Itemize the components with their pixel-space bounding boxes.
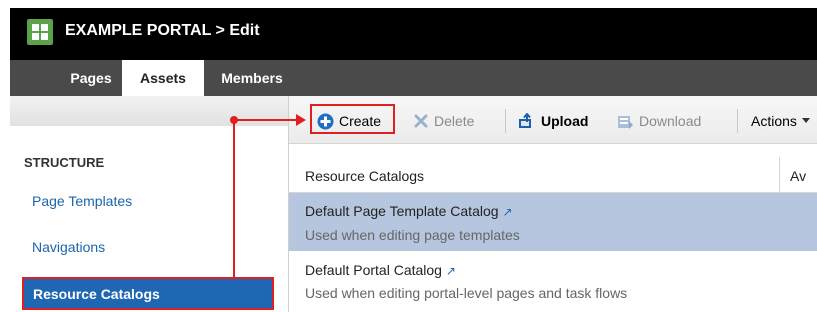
row-title-text: Default Portal Catalog [305, 262, 442, 278]
page-title: EXAMPLE PORTAL > Edit [65, 22, 260, 39]
toolbar-separator [737, 109, 738, 133]
download-button[interactable]: Download [617, 110, 701, 132]
sidebar-toolbar-strip [10, 96, 288, 126]
column-header-resource-catalogs[interactable]: Resource Catalogs [305, 168, 424, 184]
upload-label: Upload [541, 113, 589, 129]
external-link-icon: ↗ [445, 264, 456, 278]
create-highlight-box [310, 104, 395, 134]
toolbar-separator [505, 109, 506, 133]
x-icon [414, 114, 428, 128]
upload-button[interactable]: Upload [518, 110, 588, 132]
row-title-text: Default Page Template Catalog [305, 203, 499, 219]
delete-label: Delete [434, 113, 475, 129]
tab-assets[interactable]: Assets [122, 60, 204, 96]
delete-button[interactable]: Delete [413, 110, 474, 132]
sidebar-item-resource-catalogs[interactable]: Resource Catalogs [22, 277, 274, 310]
annotation-arrow-line [233, 119, 235, 279]
sidebar-item-label: Resource Catalogs [33, 286, 160, 302]
tab-members[interactable]: Members [208, 60, 296, 96]
download-label: Download [639, 113, 702, 129]
upload-icon [519, 113, 531, 128]
external-link-icon: ↗ [502, 205, 513, 219]
annotation-arrow-line [233, 119, 297, 121]
row-description: Used when editing page templates [305, 227, 520, 243]
row-title[interactable]: Default Portal Catalog ↗ [305, 262, 456, 278]
column-header-available[interactable]: Av [790, 168, 806, 184]
actions-label: Actions [751, 113, 797, 129]
sidebar-item-page-templates[interactable]: Page Templates [32, 193, 132, 209]
sidebar-heading: STRUCTURE [24, 155, 105, 170]
actions-menu[interactable]: Actions [751, 110, 810, 132]
chevron-down-icon [801, 118, 810, 123]
annotation-arrow-dot [230, 116, 238, 124]
row-description: Used when editing portal-level pages and… [305, 285, 628, 301]
row-title[interactable]: Default Page Template Catalog ↗ [305, 203, 513, 219]
sidebar-item-navigations[interactable]: Navigations [32, 239, 105, 255]
tab-pages[interactable]: Pages [60, 60, 122, 96]
portal-grid-icon [27, 19, 53, 45]
column-separator [779, 157, 780, 193]
annotation-arrowhead [296, 114, 306, 126]
download-icon [618, 116, 633, 129]
